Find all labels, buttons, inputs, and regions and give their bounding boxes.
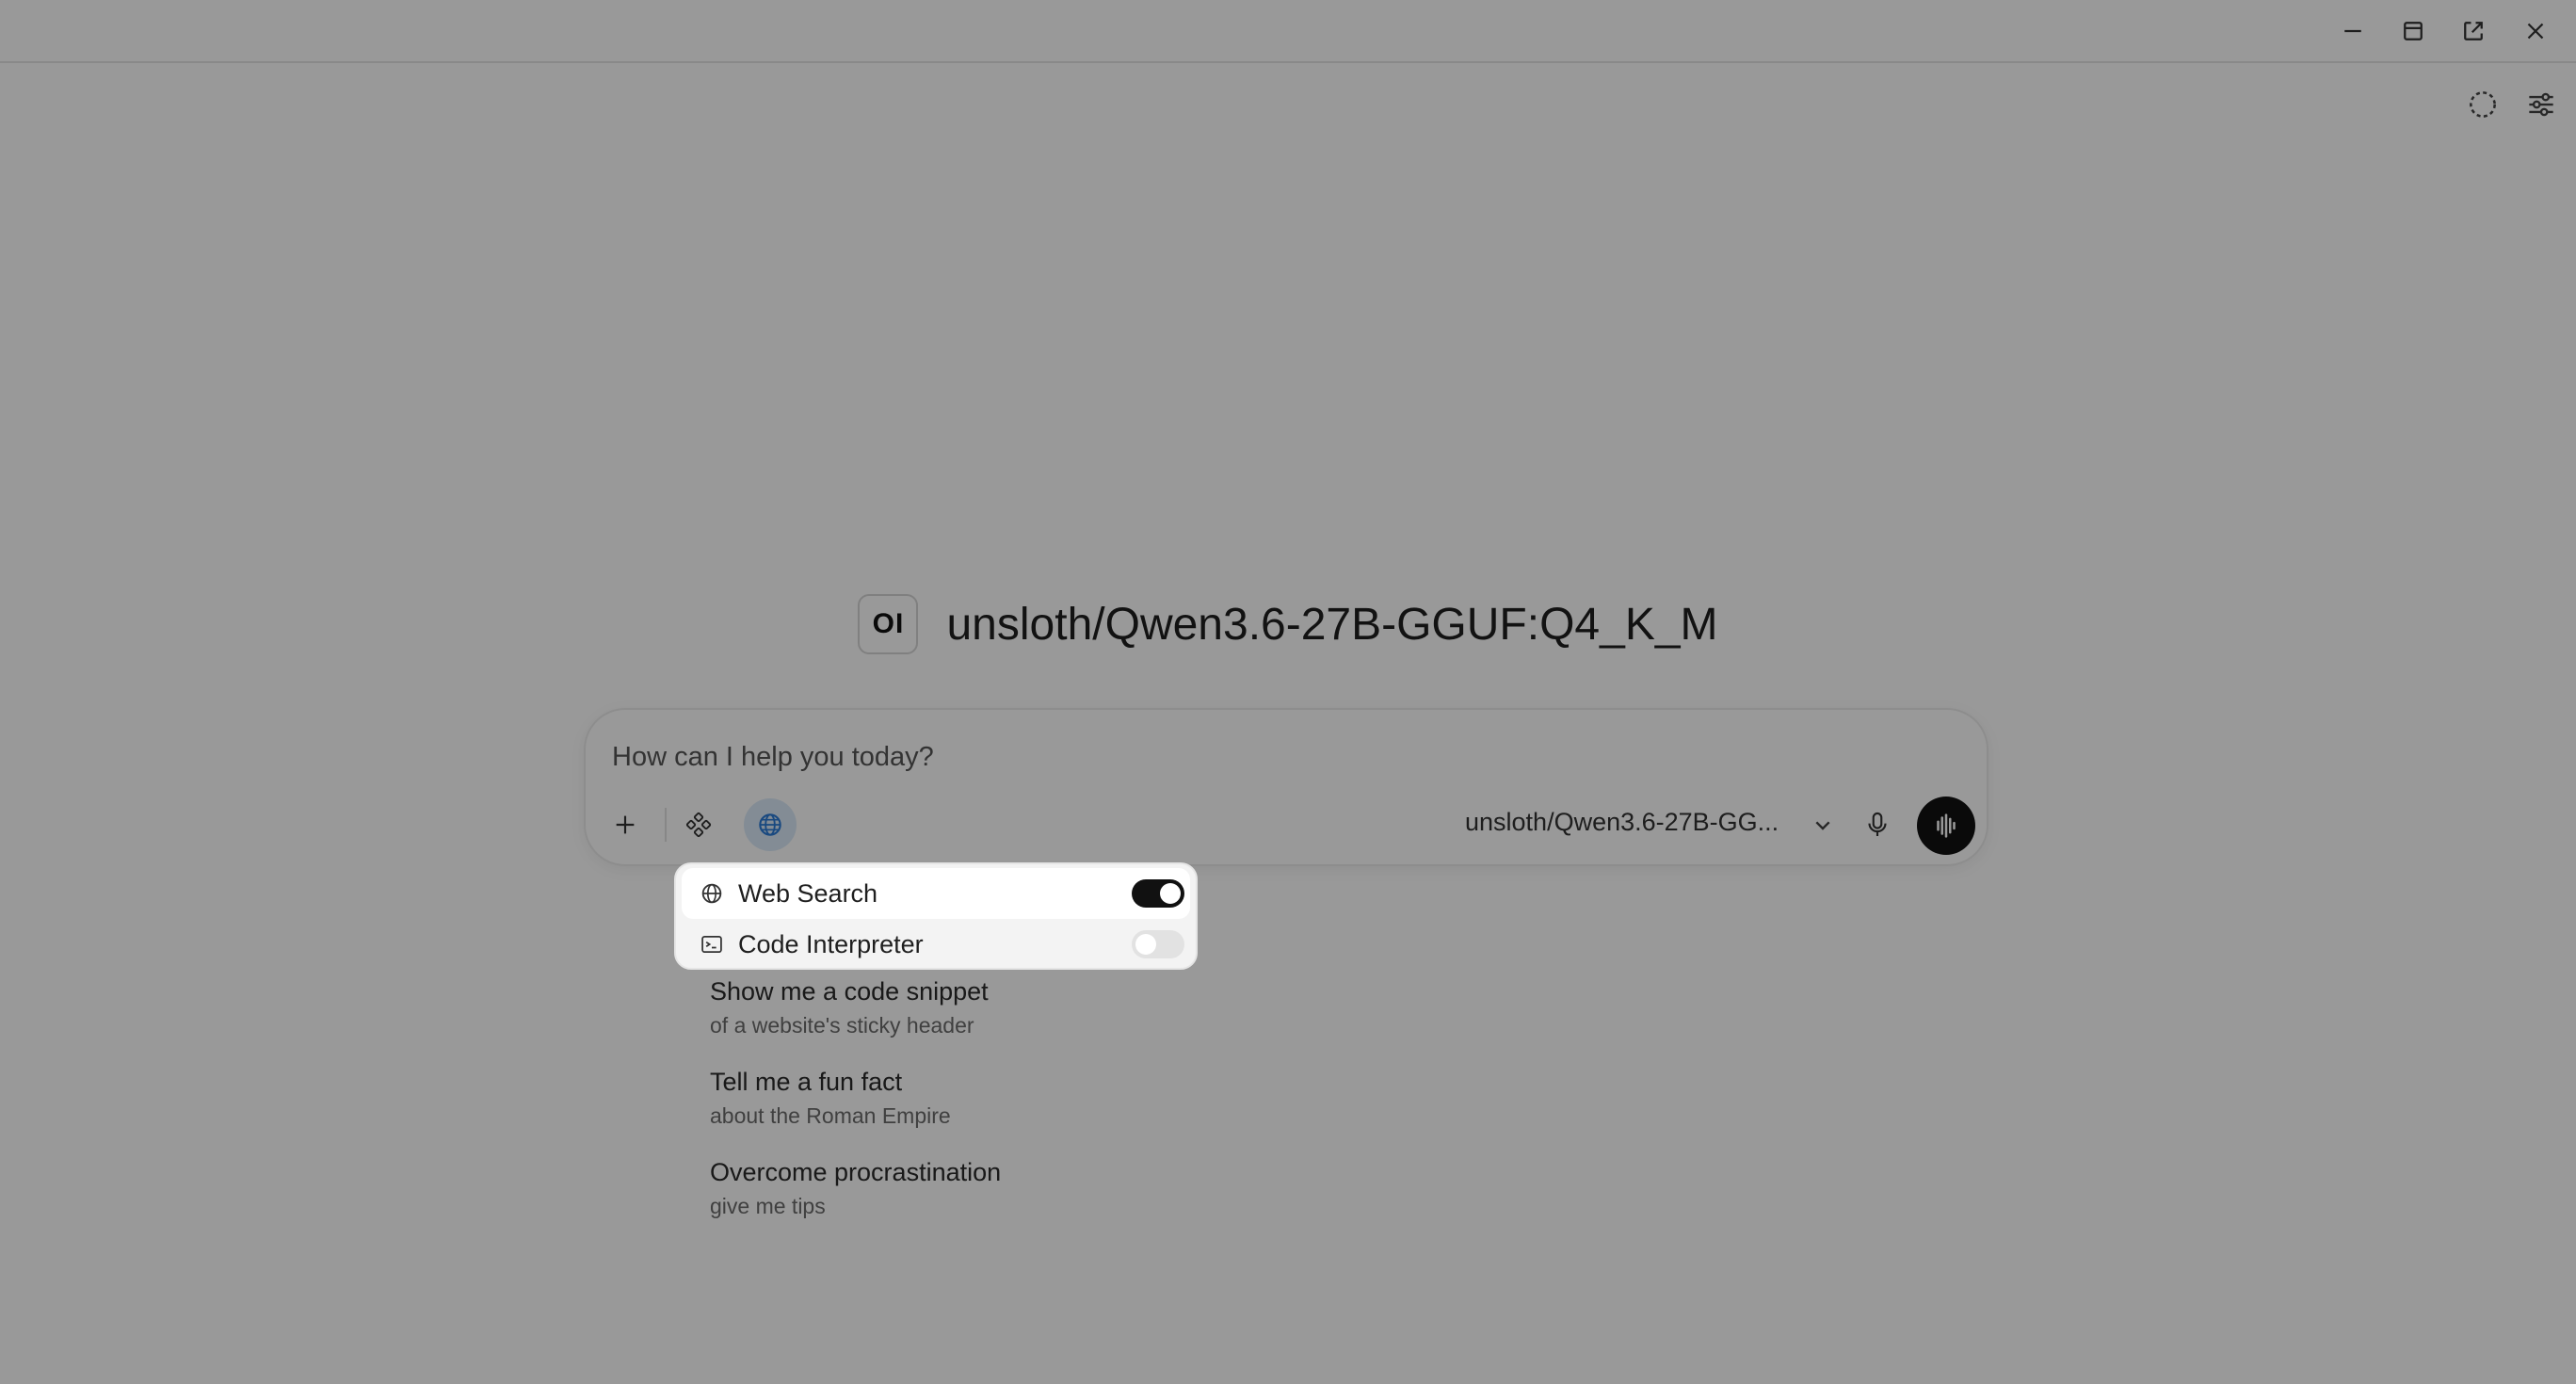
tools-menu: Web Search Code Interpreter xyxy=(674,862,1198,970)
model-heading: OI unsloth/Qwen3.6-27B-GGUF:Q4_K_M xyxy=(0,591,2576,657)
plus-icon[interactable] xyxy=(599,798,652,851)
chevron-down-icon[interactable] xyxy=(1808,810,1838,840)
suggestion-subtitle: give me tips xyxy=(710,1194,826,1218)
switch-knob xyxy=(1135,934,1156,955)
suggestion-item[interactable]: Overcome procrastination give me tips xyxy=(710,1154,1369,1245)
suggestion-subtitle: about the Roman Empire xyxy=(710,1103,951,1128)
waveform-icon xyxy=(1937,813,1956,838)
globe-icon xyxy=(759,813,781,836)
switch-knob xyxy=(1160,883,1181,904)
model-logo: OI xyxy=(858,594,919,654)
loading-circle-icon[interactable] xyxy=(2459,81,2506,128)
model-selector[interactable]: unsloth/Qwen3.6-27B-GG... xyxy=(1465,808,1779,837)
chat-input-box[interactable]: How can I help you today? unsloth/Qwen3.… xyxy=(584,708,1988,866)
app-window: OI unsloth/Qwen3.6-27B-GGUF:Q4_K_M How c… xyxy=(0,0,2576,1384)
toolbar-divider xyxy=(665,808,667,842)
suggestions-list: Show me a code snippet of a website's st… xyxy=(710,974,1369,1245)
terminal-icon xyxy=(701,935,722,954)
minimize-icon[interactable] xyxy=(2329,8,2376,55)
popout-icon[interactable] xyxy=(2450,8,2497,55)
suggestion-item[interactable]: Show me a code snippet of a website's st… xyxy=(710,974,1369,1064)
chat-input[interactable]: How can I help you today? xyxy=(612,742,934,773)
title-bar xyxy=(0,0,2576,63)
web-search-toggle-button[interactable] xyxy=(744,798,797,851)
integrations-icon[interactable] xyxy=(672,798,725,851)
code-interpreter-switch[interactable] xyxy=(1132,930,1184,958)
suggestion-title: Overcome procrastination xyxy=(710,1158,1002,1186)
suggestion-subtitle: of a website's sticky header xyxy=(710,1013,974,1038)
tools-menu-label: Web Search xyxy=(738,878,878,908)
tools-menu-label: Code Interpreter xyxy=(738,929,924,958)
voice-mode-button[interactable] xyxy=(1917,797,1975,855)
tools-menu-item-code-interpreter[interactable]: Code Interpreter xyxy=(682,919,1190,970)
tools-menu-item-web-search[interactable]: Web Search xyxy=(682,868,1190,919)
suggestion-title: Tell me a fun fact xyxy=(710,1068,903,1096)
settings-sliders-icon[interactable] xyxy=(2518,81,2565,128)
close-icon[interactable] xyxy=(2512,8,2559,55)
suggestion-title: Show me a code snippet xyxy=(710,977,989,1006)
model-title: unsloth/Qwen3.6-27B-GGUF:Q4_K_M xyxy=(946,599,1718,650)
microphone-icon[interactable] xyxy=(1855,802,1900,847)
web-search-switch[interactable] xyxy=(1132,879,1184,908)
suggestion-item[interactable]: Tell me a fun fact about the Roman Empir… xyxy=(710,1064,1369,1154)
restore-icon[interactable] xyxy=(2390,8,2437,55)
globe-icon xyxy=(701,883,722,904)
